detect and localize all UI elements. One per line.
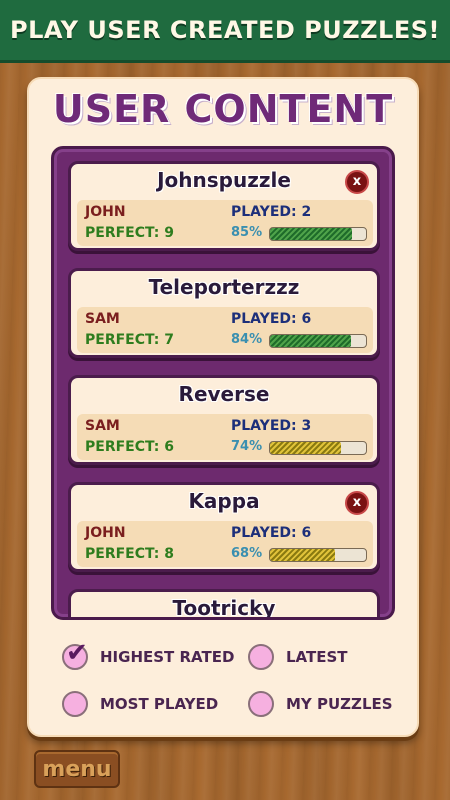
puzzle-stats: JOHN PERFECT: 9 PLAYED: 2 85% <box>77 200 373 246</box>
filter-my-puzzles[interactable]: MY PUZZLES <box>248 689 393 719</box>
rating-bar-fill <box>270 442 342 454</box>
puzzle-author: JOHN <box>85 525 126 541</box>
puzzle-card[interactable]: Johnspuzzle x JOHN PERFECT: 9 PLAYED: 2 … <box>68 161 380 251</box>
puzzle-name: Teleporterzzz <box>148 275 300 299</box>
puzzle-perfect: PERFECT: 7 <box>85 332 175 348</box>
rating-bar-fill <box>270 335 351 347</box>
radio-my-puzzles[interactable] <box>248 691 274 717</box>
puzzle-played: PLAYED: 6 <box>231 311 312 327</box>
delete-puzzle-button[interactable]: x <box>345 170 369 194</box>
puzzle-played: PLAYED: 3 <box>231 418 312 434</box>
checkmark-icon: ✔ <box>66 638 88 668</box>
radio-highest-rated[interactable]: ✔ <box>62 638 88 670</box>
filter-highest-rated[interactable]: ✔ HIGHEST RATED <box>62 638 235 672</box>
puzzle-author: SAM <box>85 311 120 327</box>
puzzle-list[interactable]: Johnspuzzle x JOHN PERFECT: 9 PLAYED: 2 … <box>51 146 395 620</box>
puzzle-percent: 84% <box>231 332 263 347</box>
puzzle-card[interactable]: Teleporterzzz SAM PERFECT: 7 PLAYED: 6 8… <box>68 268 380 358</box>
puzzle-percent: 74% <box>231 439 263 454</box>
puzzle-perfect: PERFECT: 8 <box>85 546 175 562</box>
puzzle-name: Johnspuzzle <box>157 168 291 192</box>
puzzle-card[interactable]: Tootricky <box>68 589 380 620</box>
puzzle-perfect: PERFECT: 9 <box>85 225 175 241</box>
filter-label: LATEST <box>286 648 348 666</box>
menu-button[interactable]: menu <box>34 750 120 788</box>
puzzle-stats: JOHN PERFECT: 8 PLAYED: 6 68% <box>77 521 373 567</box>
rating-bar-fill <box>270 549 336 561</box>
radio-latest[interactable] <box>248 644 274 670</box>
puzzle-card[interactable]: Reverse SAM PERFECT: 6 PLAYED: 3 74% <box>68 375 380 465</box>
puzzle-stats: SAM PERFECT: 6 PLAYED: 3 74% <box>77 414 373 460</box>
puzzle-perfect: PERFECT: 6 <box>85 439 175 455</box>
puzzle-played: PLAYED: 6 <box>231 525 312 541</box>
filter-most-played[interactable]: MOST PLAYED <box>62 689 218 719</box>
puzzle-author: SAM <box>85 418 120 434</box>
puzzle-percent: 85% <box>231 225 263 240</box>
sort-filters: ✔ HIGHEST RATED LATEST MOST PLAYED MY PU… <box>62 638 402 720</box>
puzzle-played: PLAYED: 2 <box>231 204 312 220</box>
delete-puzzle-button[interactable]: x <box>345 491 369 515</box>
puzzle-name: Reverse <box>178 382 270 406</box>
banner-text: PLAY USER CREATED PUZZLES! <box>10 16 440 44</box>
puzzle-name: Kappa <box>188 489 260 513</box>
puzzle-stats: SAM PERFECT: 7 PLAYED: 6 84% <box>77 307 373 353</box>
rating-bar <box>269 227 367 241</box>
radio-most-played[interactable] <box>62 691 88 717</box>
filter-label: MOST PLAYED <box>100 695 219 713</box>
puzzle-card[interactable]: Kappa x JOHN PERFECT: 8 PLAYED: 6 68% <box>68 482 380 572</box>
filter-latest[interactable]: LATEST <box>248 642 348 672</box>
rating-bar-fill <box>270 228 352 240</box>
rating-bar <box>269 334 367 348</box>
puzzle-name: Tootricky <box>172 596 276 620</box>
filter-label: MY PUZZLES <box>286 695 393 713</box>
rating-bar <box>269 548 367 562</box>
rating-bar <box>269 441 367 455</box>
menu-label: menu <box>42 756 112 782</box>
filter-label: HIGHEST RATED <box>100 648 235 666</box>
puzzle-author: JOHN <box>85 204 126 220</box>
panel-title: USER CONTENT <box>52 87 394 131</box>
puzzle-percent: 68% <box>231 546 263 561</box>
top-banner: PLAY USER CREATED PUZZLES! <box>0 0 450 63</box>
